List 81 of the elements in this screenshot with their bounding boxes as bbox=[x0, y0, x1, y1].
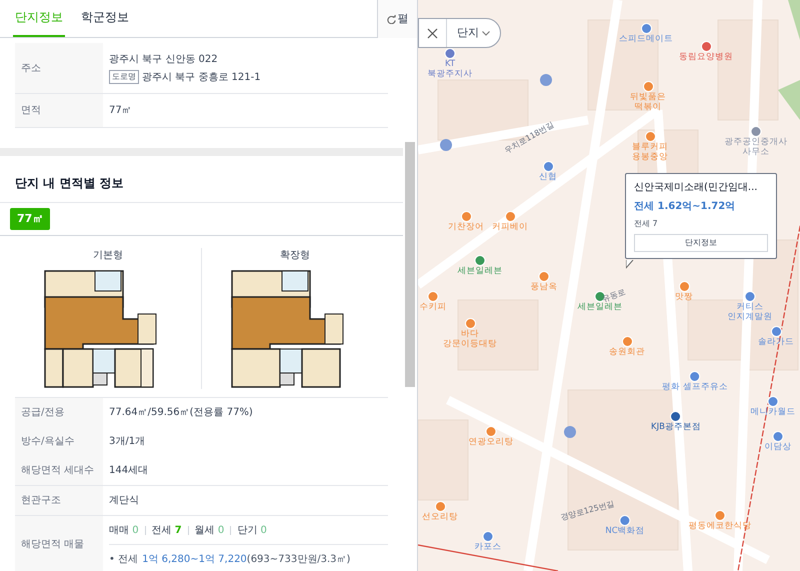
map-marker-icon[interactable] bbox=[486, 426, 496, 437]
place-label[interactable]: 뒤빛품은 떡볶이 bbox=[630, 92, 666, 112]
place-label[interactable]: 수키피 bbox=[420, 302, 446, 312]
place-label[interactable]: 기찬장어 bbox=[448, 222, 484, 232]
row-label: 현관구조 bbox=[15, 486, 103, 515]
place-label[interactable]: 이담상 bbox=[764, 442, 792, 452]
road-label: 유동로 bbox=[601, 286, 628, 304]
map-marker-icon[interactable] bbox=[750, 126, 762, 137]
place-label[interactable]: 평동에코한식당 bbox=[688, 521, 752, 531]
place-label[interactable]: 카포스 bbox=[474, 542, 502, 552]
map-marker-icon[interactable] bbox=[700, 41, 712, 52]
map-marker-icon[interactable] bbox=[482, 531, 494, 542]
row-label: 해당면적 세대수 bbox=[15, 456, 103, 485]
complex-info-button[interactable]: 단지정보 bbox=[634, 234, 768, 252]
row-value: 계단식 bbox=[109, 494, 140, 508]
place-label[interactable]: 평화 셀프주유소 bbox=[662, 382, 728, 392]
place-label[interactable]: 메니카월드 bbox=[750, 407, 796, 417]
place-label[interactable]: 솔라가드 bbox=[758, 337, 794, 347]
row-label: 해당면적 매물 bbox=[15, 516, 103, 571]
close-icon bbox=[427, 28, 438, 38]
map-marker-icon[interactable] bbox=[504, 211, 516, 222]
row-label: 공급/전용 bbox=[15, 398, 103, 427]
row-label: 주소 bbox=[15, 43, 103, 93]
place-label[interactable]: 세븐일레븐 bbox=[458, 266, 502, 276]
map-marker-icon[interactable] bbox=[428, 291, 438, 302]
chevron-down-icon bbox=[482, 30, 490, 36]
row-value: 3개/1개 bbox=[109, 435, 146, 449]
refresh-icon bbox=[386, 14, 396, 24]
place-label[interactable]: 풍남옥 bbox=[530, 282, 558, 292]
row-value: 77㎡ bbox=[109, 104, 132, 118]
place-label[interactable]: 연광오리탕 bbox=[468, 437, 514, 447]
area-tab[interactable]: 77㎡ bbox=[10, 208, 50, 230]
map-marker-icon[interactable] bbox=[622, 336, 632, 347]
row-value: 77.64㎡/59.56㎡(전용률 77%) bbox=[109, 406, 254, 420]
tab[interactable]: 학군정보 bbox=[79, 0, 131, 37]
map-marker-icon[interactable] bbox=[772, 431, 784, 442]
popup-count: 전세 7 bbox=[634, 218, 659, 230]
place-label[interactable]: 블루커피 용봉중앙 bbox=[632, 142, 668, 162]
map-marker-icon[interactable] bbox=[690, 371, 700, 382]
listing-count[interactable]: 전세 7 bbox=[152, 522, 182, 538]
map-marker-icon[interactable] bbox=[714, 510, 726, 521]
popup-title: 신안국제미소래(민간임대... bbox=[634, 181, 758, 195]
place-label[interactable]: KJB광주본점 bbox=[651, 422, 701, 432]
place-label[interactable]: 스피드메이트 bbox=[619, 34, 673, 44]
map-marker-icon[interactable] bbox=[460, 211, 472, 222]
plan-label: 기본형 bbox=[93, 249, 123, 263]
place-label[interactable]: 세븐일레븐 bbox=[578, 302, 622, 312]
plan-label: 확장형 bbox=[280, 249, 310, 263]
map-marker-icon[interactable] bbox=[678, 281, 690, 292]
listing-count[interactable]: 매매 0 bbox=[109, 522, 139, 538]
place-label[interactable]: 커티스 인지계말원 bbox=[728, 302, 772, 322]
map-marker-icon[interactable] bbox=[444, 48, 456, 59]
place-label[interactable]: KT 북광주지사 bbox=[428, 59, 472, 79]
place-label[interactable]: 맛짱 bbox=[675, 292, 693, 302]
place-label[interactable]: 커피베이 bbox=[492, 222, 528, 232]
map-marker-icon[interactable] bbox=[434, 501, 446, 512]
place-label[interactable]: 신협 bbox=[539, 172, 557, 182]
map-marker-icon[interactable] bbox=[768, 396, 778, 407]
popup-price: 전세 1.62억~1.72억 bbox=[634, 200, 736, 214]
place-label[interactable]: 동림요양병원 bbox=[679, 52, 733, 62]
scrollbar-thumb[interactable] bbox=[405, 142, 415, 387]
road-name-badge: 도로명 bbox=[109, 70, 139, 84]
listing-count[interactable]: 단기 0 bbox=[237, 522, 267, 538]
section-title: 단지 내 면적별 정보 bbox=[0, 174, 403, 203]
place-label[interactable]: 송원회관 bbox=[609, 347, 645, 357]
map-marker-icon[interactable] bbox=[474, 255, 486, 266]
map-marker-icon[interactable] bbox=[542, 161, 554, 172]
price-range: • 전세 1억 6,280~1억 7,220(693~733만원/3.3㎡) bbox=[109, 552, 352, 566]
place-label[interactable]: NC백화점 bbox=[605, 526, 645, 536]
tab[interactable]: 단지정보 bbox=[13, 0, 65, 37]
place-label[interactable]: 선오리탕 bbox=[422, 512, 458, 522]
map-marker-icon[interactable] bbox=[538, 271, 550, 282]
place-label[interactable]: 바다 강문이등대탕 bbox=[443, 329, 497, 349]
expand-button[interactable]: 펼 bbox=[377, 0, 417, 38]
place-label[interactable]: 광주공인중개사 사무소 bbox=[724, 137, 788, 157]
row-value: 광주시 북구 중흥로 121-1 bbox=[142, 70, 261, 84]
listing-count[interactable]: 월세 0 bbox=[194, 522, 224, 538]
row-value: 144세대 bbox=[109, 464, 150, 478]
row-label: 면적 bbox=[15, 94, 103, 127]
row-value: 광주시 북구 신안동 022 bbox=[109, 52, 218, 66]
row-label: 방수/욕실수 bbox=[15, 427, 103, 456]
